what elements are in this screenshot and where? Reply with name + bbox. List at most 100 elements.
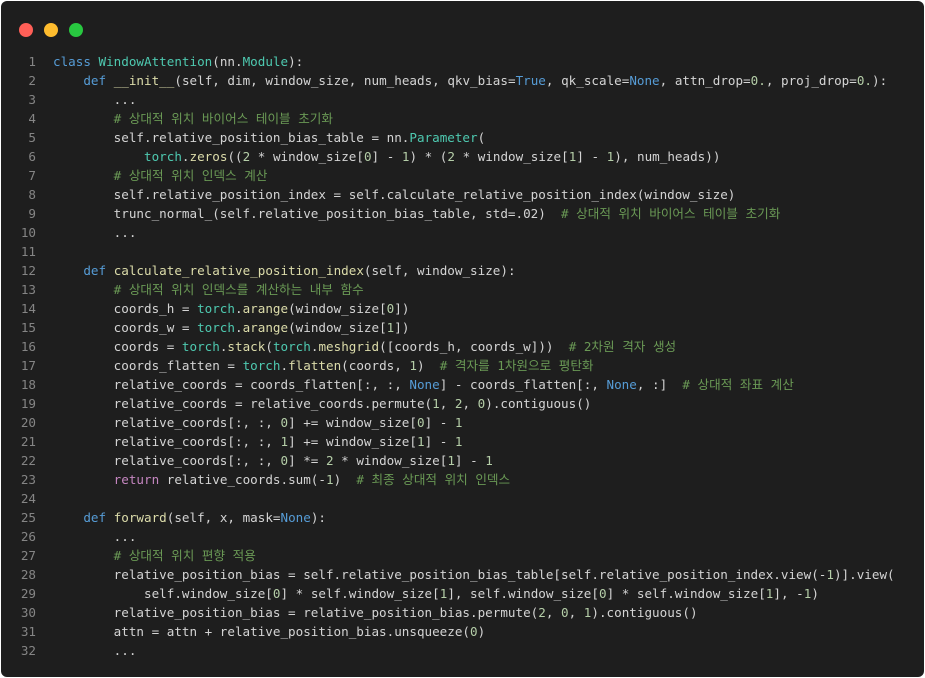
line-number: 8 <box>28 187 36 202</box>
code-token: ]) <box>394 320 410 335</box>
code-token: 1 <box>325 472 334 487</box>
code-token: 1 <box>454 415 463 430</box>
code-line: 18 relative_coords = coords_flatten[:, :… <box>1 375 924 394</box>
code-line: 17 coords_flatten = torch.flatten(coords… <box>1 356 924 375</box>
code-line: 29 self.window_size[0] * self.window_siz… <box>1 584 924 603</box>
code-token: ]) <box>394 301 410 316</box>
code-token: (coords, <box>341 358 410 373</box>
code-token: # 상대적 위치 편향 적용 <box>113 548 256 563</box>
line-number: 15 <box>20 320 36 335</box>
code-text: class WindowAttention(nn.Module): <box>53 52 303 71</box>
code-token: 0. <box>750 73 766 88</box>
code-token: # 격자를 1차원으로 평탄화 <box>439 358 594 373</box>
code-token: # 상대적 위치 인덱스 계산 <box>113 168 268 183</box>
code-token: , <box>545 605 562 620</box>
code-line: 19 relative_coords = relative_coords.per… <box>1 394 924 413</box>
code-token: ) * ( <box>409 149 448 164</box>
code-token: Parameter <box>409 130 478 145</box>
line-number: 1 <box>28 54 36 69</box>
code-token: ).contiguous() <box>485 396 592 411</box>
line-number: 17 <box>20 358 36 373</box>
code-text: self.window_size[0] * self.window_size[1… <box>53 584 819 603</box>
code-line: 28 relative_position_bias = self.relativ… <box>1 565 924 584</box>
code-token: coords = <box>53 339 182 354</box>
code-token: # 2차원 격자 생성 <box>568 339 677 354</box>
code-token: (( <box>227 149 243 164</box>
code-token: . <box>234 301 243 316</box>
line-number: 4 <box>28 111 36 126</box>
close-icon[interactable] <box>19 23 33 37</box>
line-number: 30 <box>20 605 36 620</box>
code-token: ): <box>310 510 327 525</box>
code-token: 0 <box>280 453 289 468</box>
code-token: coords_h = <box>53 301 198 316</box>
code-token: True <box>515 73 546 88</box>
code-token: 0 <box>416 415 425 430</box>
line-number: 29 <box>20 586 36 601</box>
code-token: ] += window_size[ <box>288 434 417 449</box>
code-text: relative_coords[:, :, 0] += window_size[… <box>53 413 463 432</box>
code-token: torch <box>272 339 311 354</box>
code-token: def <box>83 510 114 525</box>
code-line: 22 relative_coords[:, :, 0] *= 2 * windo… <box>1 451 924 470</box>
code-token: ], self.window_size[ <box>447 586 599 601</box>
code-line: 4 # 상대적 위치 바이어스 테이블 초기화 <box>1 109 924 128</box>
code-token: self.window_size[ <box>53 586 273 601</box>
code-line: 14 coords_h = torch.arange(window_size[0… <box>1 299 924 318</box>
code-line: 15 coords_w = torch.arange(window_size[1… <box>1 318 924 337</box>
code-token: 0 <box>470 624 478 639</box>
code-token: , attn_drop= <box>659 73 751 88</box>
code-line: 27 # 상대적 위치 편향 적용 <box>1 546 924 565</box>
code-token: 1 <box>485 453 493 468</box>
code-token: relative_coords[:, :, <box>53 434 281 449</box>
code-token: 2 <box>447 149 455 164</box>
code-token: relative_position_bias = self.relative_p… <box>53 567 827 582</box>
code-token: ( <box>477 130 486 145</box>
code-token: # 최종 상대적 위치 인덱스 <box>356 472 511 487</box>
code-token: (self, dim, window_size, num_heads, qkv_… <box>174 73 516 88</box>
code-text: def __init__(self, dim, window_size, num… <box>53 71 887 90</box>
line-number: 6 <box>28 149 36 164</box>
code-token: ... <box>53 643 137 658</box>
code-token: self.relative_position_bias_table = nn. <box>53 130 410 145</box>
line-number: 24 <box>20 491 36 506</box>
code-line: 24 <box>1 489 924 508</box>
code-token: ] - <box>454 453 486 468</box>
code-token: ... <box>53 225 137 240</box>
code-line: 1 class WindowAttention(nn.Module): <box>1 52 924 71</box>
code-line: 26 ... <box>1 527 924 546</box>
code-token: * window_size[ <box>333 453 448 468</box>
code-token: 1 <box>280 434 289 449</box>
code-window: 1 class WindowAttention(nn.Module): 2 def … <box>1 1 924 677</box>
line-number: 13 <box>20 282 36 297</box>
code-token: . <box>234 320 243 335</box>
line-number: 9 <box>28 206 36 221</box>
code-token: , proj_drop= <box>765 73 857 88</box>
minimize-icon[interactable] <box>44 23 58 37</box>
code-token: def <box>83 73 114 88</box>
code-token: (nn. <box>212 54 243 69</box>
line-number: 32 <box>20 643 36 658</box>
code-token: relative_coords = relative_coords.permut… <box>53 396 433 411</box>
code-token: ( <box>265 339 273 354</box>
line-number: 2 <box>28 73 36 88</box>
code-line: 10 ... <box>1 223 924 242</box>
code-token: relative_position_bias = relative_positi… <box>53 605 539 620</box>
code-token: ] *= <box>288 453 326 468</box>
code-token: ] - <box>576 149 607 164</box>
code-line: 21 relative_coords[:, :, 1] += window_si… <box>1 432 924 451</box>
code-token: 1 <box>447 453 455 468</box>
line-number: 16 <box>20 339 36 354</box>
code-token: self.relative_position_index = self.calc… <box>53 187 736 202</box>
code-token: 1 <box>416 434 425 449</box>
code-token: Module <box>242 54 289 69</box>
code-token: relative_coords[:, :, <box>53 415 281 430</box>
maximize-icon[interactable] <box>69 23 83 37</box>
code-line: 3 ... <box>1 90 924 109</box>
code-token: torch <box>181 339 220 354</box>
code-token: coords_w = <box>53 320 198 335</box>
